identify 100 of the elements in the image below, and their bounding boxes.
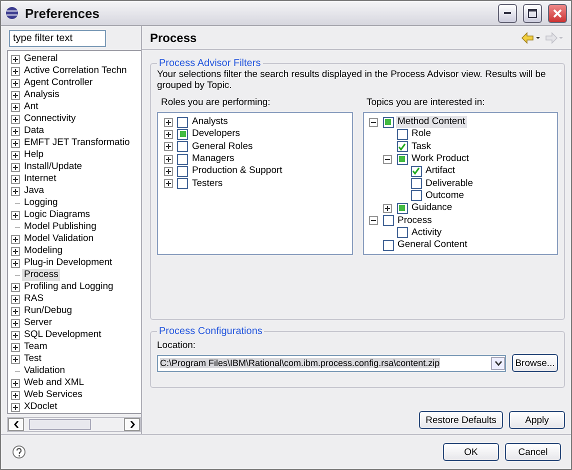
checkbox[interactable] (396, 128, 408, 140)
expand-icon[interactable] (383, 204, 392, 213)
expand-icon[interactable] (10, 126, 20, 136)
checkbox[interactable] (177, 178, 188, 190)
tree-item[interactable]: Profiling and Logging (22, 281, 116, 293)
tree-item[interactable]: Model Publishing (22, 221, 98, 233)
expand-icon[interactable] (10, 282, 20, 292)
tree-item[interactable]: Install/Update (22, 161, 84, 173)
tree-item[interactable]: Managers (190, 153, 236, 166)
expand-icon[interactable] (10, 330, 20, 340)
checkbox[interactable] (177, 166, 188, 177)
tree-item[interactable]: XDoclet (22, 401, 60, 413)
expand-icon[interactable] (10, 54, 20, 64)
tree-item[interactable]: Help (22, 149, 46, 161)
help-icon[interactable] (12, 445, 26, 459)
expand-icon[interactable] (10, 246, 20, 256)
tree-item[interactable]: Artifact (424, 165, 458, 178)
checkbox[interactable] (396, 202, 408, 214)
maximize-button[interactable] (523, 4, 542, 22)
expand-icon[interactable] (10, 102, 20, 112)
collapse-icon[interactable] (383, 154, 392, 164)
tree-item[interactable]: Server (22, 317, 54, 329)
expand-icon[interactable] (10, 258, 20, 268)
tree-item[interactable]: RAS (22, 293, 46, 305)
tree-item[interactable]: EMFT JET Transformatio (22, 137, 132, 149)
expand-icon[interactable] (10, 306, 20, 316)
tree-item[interactable]: Task (410, 140, 434, 153)
checkbox[interactable] (410, 178, 422, 190)
expand-icon[interactable] (10, 234, 20, 244)
expand-icon[interactable] (164, 142, 172, 152)
tree-item[interactable]: Role (410, 128, 434, 140)
tree-item[interactable]: Analysts (190, 116, 230, 128)
browse-button[interactable]: Browse... (512, 354, 558, 372)
tree-item[interactable]: Logic Diagrams (22, 209, 92, 221)
tree-item[interactable]: Method Content (396, 116, 468, 128)
expand-icon[interactable] (10, 90, 20, 100)
minimize-button[interactable] (498, 4, 517, 22)
tree-item[interactable]: Internet (22, 173, 58, 185)
expand-icon[interactable] (10, 162, 20, 172)
tree-item[interactable]: General Content (396, 239, 470, 252)
navigation-arrows-icon[interactable] (521, 32, 563, 44)
location-combo[interactable]: C:\Program Files\IBM\Rational\com.ibm.process.config.rsa\content.zip (157, 354, 506, 372)
tree-item[interactable]: Testers (190, 178, 225, 190)
tree-item[interactable]: Activity (410, 226, 444, 239)
tree-item[interactable]: Data (22, 125, 46, 137)
expand-icon[interactable] (164, 154, 172, 164)
tree-item[interactable]: Java (22, 185, 46, 197)
expand-icon[interactable] (164, 118, 172, 127)
tree-item[interactable]: Agent Controller (22, 77, 95, 89)
tree-item[interactable]: Process (396, 214, 434, 227)
expand-icon[interactable] (164, 179, 172, 188)
checkbox[interactable] (396, 154, 408, 165)
expand-icon[interactable] (10, 390, 20, 400)
tree-item[interactable]: Team (22, 341, 50, 353)
collapse-icon[interactable] (369, 118, 378, 127)
dialog-button[interactable]: Cancel (505, 443, 561, 461)
expand-icon[interactable] (10, 186, 20, 196)
tree-item[interactable]: Process (22, 269, 60, 281)
checkbox[interactable] (410, 190, 422, 202)
tree-item[interactable]: General (22, 53, 60, 65)
expand-icon[interactable] (10, 354, 20, 364)
tree-item[interactable]: Guidance (410, 202, 454, 214)
checkbox[interactable] (177, 141, 188, 152)
collapse-icon[interactable] (369, 216, 378, 226)
tree-item[interactable]: SQL Development (22, 329, 104, 341)
tree-item[interactable]: Plug-in Development (22, 257, 114, 269)
checkbox[interactable] (396, 141, 408, 152)
checkbox[interactable] (382, 215, 394, 226)
tree-item[interactable]: Model Validation (22, 233, 96, 245)
tree-item[interactable]: Modeling (22, 245, 65, 257)
expand-icon[interactable] (10, 66, 20, 76)
expand-icon[interactable] (10, 114, 20, 124)
tree-item[interactable]: Production & Support (190, 165, 284, 178)
expand-icon[interactable] (10, 402, 20, 412)
expand-icon[interactable] (10, 378, 20, 388)
tree-item[interactable]: Active Correlation Techn (22, 65, 129, 77)
tree-item[interactable]: Web and XML (22, 377, 86, 389)
tree-item[interactable]: Ant (22, 101, 40, 113)
page-button[interactable]: Apply (509, 411, 565, 429)
dropdown-button[interactable] (491, 356, 505, 370)
expand-icon[interactable] (10, 318, 20, 328)
filter-field[interactable]: type filter text (9, 30, 106, 47)
expand-icon[interactable] (10, 294, 20, 304)
expand-icon[interactable] (10, 138, 20, 148)
expand-icon[interactable] (164, 130, 172, 139)
tree-item[interactable]: Logging (22, 197, 60, 209)
checkbox[interactable] (382, 240, 394, 251)
page-button[interactable]: Restore Defaults (419, 411, 503, 429)
tree-item[interactable]: Developers (190, 128, 242, 140)
tree-item[interactable]: Run/Debug (22, 305, 74, 317)
expand-icon[interactable] (10, 342, 20, 352)
expand-icon[interactable] (10, 210, 20, 220)
tree-item[interactable]: General Roles (190, 140, 255, 153)
tree-item[interactable]: Web Services (22, 389, 84, 401)
tree-item[interactable]: Analysis (22, 89, 62, 101)
checkbox[interactable] (177, 154, 188, 165)
checkbox[interactable] (177, 128, 188, 140)
horizontal-scrollbar[interactable] (7, 417, 141, 432)
checkbox[interactable] (382, 116, 394, 128)
checkbox[interactable] (410, 166, 422, 177)
